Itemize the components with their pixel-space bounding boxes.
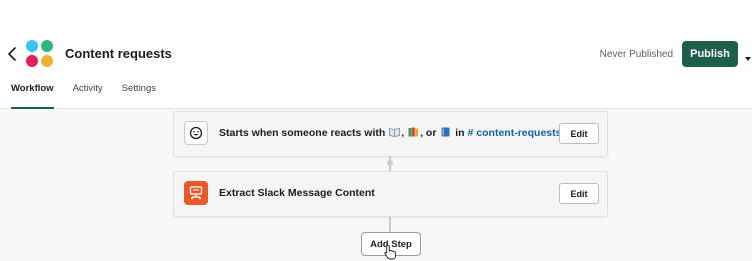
extract-message-icon bbox=[184, 181, 208, 205]
open-book-emoji-icon bbox=[389, 128, 401, 137]
trigger-separator-1: , bbox=[401, 127, 405, 139]
tab-settings-label: Settings bbox=[121, 83, 156, 94]
edit-extract-button[interactable]: Edit bbox=[559, 183, 599, 204]
trigger-step-text: Starts when someone reacts with , , or i… bbox=[219, 127, 561, 139]
blue-book-emoji-icon bbox=[441, 127, 450, 137]
back-button[interactable] bbox=[4, 42, 20, 66]
workflow-header: Content requests Never Published Publish… bbox=[0, 0, 752, 109]
logo-dot-blue bbox=[26, 40, 38, 52]
trigger-text-before: Starts when someone reacts with bbox=[219, 127, 386, 139]
extract-step-text: Extract Slack Message Content bbox=[219, 187, 375, 199]
tab-activity[interactable]: Activity bbox=[73, 83, 103, 108]
hand-pointer-cursor-icon bbox=[384, 244, 397, 260]
tab-workflow[interactable]: Workflow bbox=[11, 83, 54, 109]
publish-menu-caret-icon[interactable] bbox=[744, 50, 752, 61]
publish-status-text: Never Published bbox=[599, 49, 673, 60]
books-emoji-icon bbox=[408, 127, 419, 137]
step-connector-dot bbox=[387, 160, 393, 166]
channel-link[interactable]: # content-requests bbox=[468, 127, 562, 139]
tab-activity-label: Activity bbox=[72, 83, 103, 94]
workflow-step-extract[interactable]: Extract Slack Message Content Edit bbox=[173, 171, 608, 217]
publish-button[interactable]: Publish bbox=[682, 41, 738, 67]
page-title: Content requests bbox=[65, 46, 172, 61]
tab-settings[interactable]: Settings bbox=[122, 83, 156, 108]
logo-dot-green bbox=[41, 40, 53, 52]
logo-dot-yellow bbox=[41, 55, 53, 67]
tab-workflow-label: Workflow bbox=[11, 83, 54, 94]
workflow-app-logo bbox=[26, 40, 54, 68]
edit-trigger-button[interactable]: Edit bbox=[559, 123, 599, 144]
reaction-emoji-icon bbox=[184, 121, 208, 145]
trigger-separator-2: , or bbox=[420, 127, 437, 139]
workflow-tabs: Workflow Activity Settings bbox=[0, 83, 156, 109]
logo-dot-red bbox=[26, 55, 38, 67]
trigger-text-in: in bbox=[455, 127, 465, 139]
chevron-left-icon bbox=[8, 47, 16, 61]
step-connector-line bbox=[389, 216, 391, 232]
workflow-step-trigger[interactable]: Starts when someone reacts with , , or i… bbox=[173, 111, 608, 157]
